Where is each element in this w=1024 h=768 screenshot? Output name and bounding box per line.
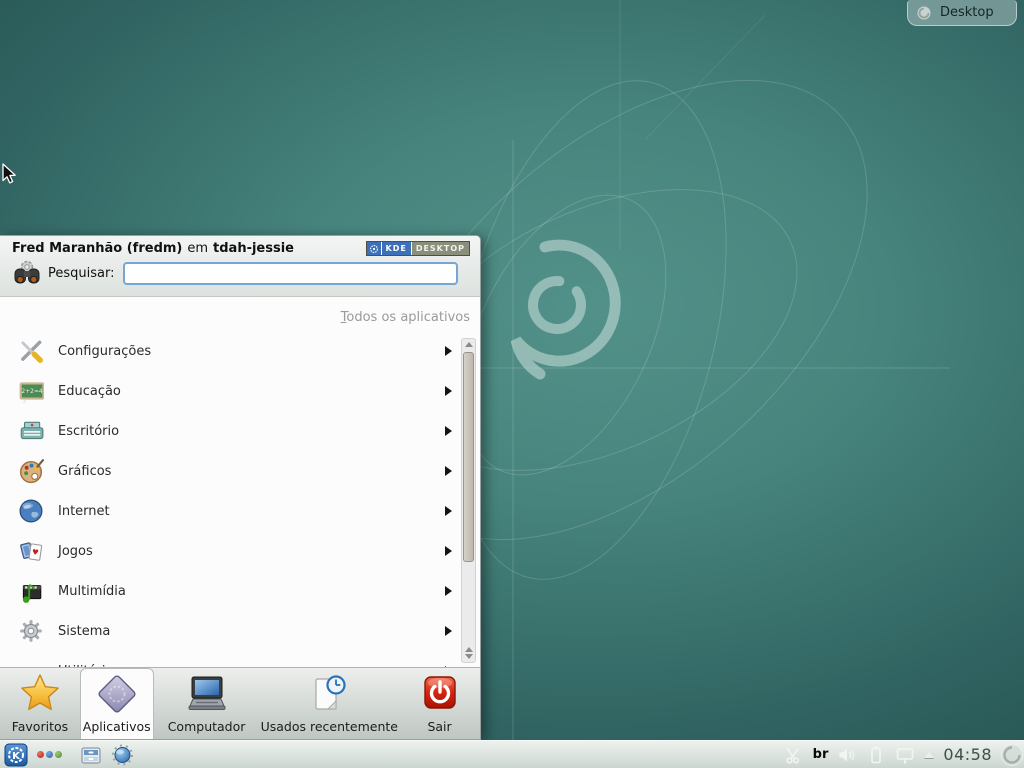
breadcrumb[interactable]: Todos os aplicativos [0,297,480,327]
debian-swirl [516,245,615,374]
kickoff-launcher: Fred Maranhão (fredm) em tdah-jessie KDE… [0,235,481,740]
category-utilities[interactable]: Utilitários [0,651,480,668]
pager-dot-red[interactable] [37,751,44,758]
blue-sphere-icon [111,743,134,766]
system-sphere-launcher[interactable] [111,743,134,766]
toolbox-label: Desktop [940,5,994,20]
pager-dot-blue[interactable] [46,751,53,758]
kickoff-menu-button[interactable]: K [4,743,28,767]
device-notifier-icon[interactable] [895,745,915,765]
activity-pager[interactable] [37,751,62,758]
laptop-icon [184,671,230,717]
submenu-arrow-icon [445,506,452,516]
taskbar-panel: K [0,740,1024,768]
games-cards-icon: ♥ [17,538,45,564]
office-typewriter-icon [17,418,45,444]
title-conjunction: em [187,241,208,256]
search-input[interactable] [123,262,459,285]
search-label: Pesquisar: [48,266,115,281]
tray-expander-icon[interactable] [924,752,934,758]
recent-document-clock-icon [306,671,352,717]
category-list: Configurações 2+2=4 Educação [0,331,480,668]
digital-clock[interactable]: 04:58 [943,745,992,764]
tab-leave[interactable]: Sair [399,668,480,739]
scroll-up-icon[interactable] [465,647,473,652]
launcher-header: Fred Maranhão (fredm) em tdah-jessie KDE… [0,236,480,297]
badge-desktop-label: DESKTOP [412,242,469,255]
submenu-arrow-icon [445,626,452,636]
submenu-arrow-icon [445,346,452,356]
plasma-cashew-icon [916,5,932,21]
file-cabinet-launcher[interactable] [80,744,102,766]
scroll-up-icon[interactable] [465,342,473,347]
scroll-down-icon[interactable] [465,654,473,659]
system-tray: br 04:58 [784,742,1022,768]
tab-recently-used[interactable]: Usados recentemente [259,668,399,739]
launcher-body: Todos os aplicativos Configurações [0,297,480,668]
scrollbar-thumb[interactable] [463,352,474,562]
education-chalkboard-icon: 2+2=4 [17,378,45,404]
category-multimedia[interactable]: Multimídia [0,571,480,611]
user-name: Fred Maranhão (fredm) [12,241,182,256]
launcher-title: Fred Maranhão (fredm) em tdah-jessie KDE… [12,241,470,256]
category-settings[interactable]: Configurações [0,331,480,371]
submenu-arrow-icon [445,586,452,596]
host-name: tdah-jessie [213,241,294,256]
kde-gear-icon [367,242,382,255]
multimedia-note-icon [17,578,45,604]
kde-k-gear-icon: K [4,743,28,767]
launcher-tab-bar: Favoritos Aplicativos [0,667,480,739]
pager-dot-green[interactable] [55,751,62,758]
panel-cashew-icon[interactable] [999,742,1024,768]
tab-favorites[interactable]: Favoritos [0,668,80,739]
search-row: Pesquisar: [12,258,470,288]
keyboard-layout-indicator[interactable]: br [813,747,829,762]
clipboard-scissors-icon[interactable] [784,745,804,765]
svg-text:2+2=4: 2+2=4 [21,388,43,395]
internet-globe-icon [17,498,45,524]
desktop-toolbox[interactable]: Desktop [907,0,1017,26]
category-internet[interactable]: Internet [0,491,480,531]
submenu-arrow-icon [445,426,452,436]
submenu-arrow-icon [445,466,452,476]
kde-desktop-badge: KDE DESKTOP [366,241,471,256]
category-education[interactable]: 2+2=4 Educação [0,371,480,411]
search-binoculars-icon [12,258,42,288]
volume-icon[interactable] [837,745,857,765]
desktop: Desktop Fred Maranhão (fredm) em tdah-je… [0,0,1024,768]
submenu-arrow-icon [445,386,452,396]
battery-icon[interactable] [866,745,886,765]
svg-text:K: K [12,750,21,761]
submenu-arrow-icon [445,546,452,556]
tab-computer[interactable]: Computador [154,668,260,739]
category-office[interactable]: Escritório [0,411,480,451]
system-gear-icon [17,618,45,644]
badge-kde-label: KDE [382,242,412,255]
graphics-palette-icon [17,458,45,484]
star-icon [17,671,63,717]
category-graphics[interactable]: Gráficos [0,451,480,491]
file-cabinet-icon [80,744,102,766]
power-leave-icon [417,671,463,717]
settings-tools-icon [17,338,45,364]
list-scrollbar[interactable] [461,338,476,663]
tab-applications[interactable]: Aplicativos [80,668,154,739]
mouse-cursor [2,163,18,185]
applications-diamond-icon [94,671,140,717]
category-system[interactable]: Sistema [0,611,480,651]
category-games[interactable]: ♥ Jogos [0,531,480,571]
